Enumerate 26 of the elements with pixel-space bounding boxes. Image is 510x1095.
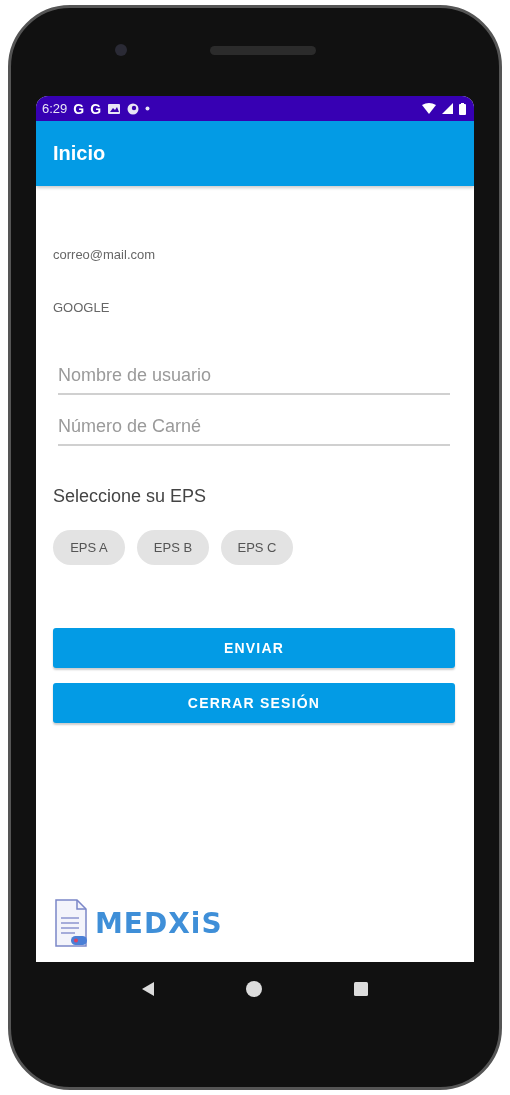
eps-chip[interactable]: EPS A [53,530,125,565]
account-provider: GOOGLE [53,300,110,315]
home-icon[interactable] [245,980,263,998]
wifi-icon [422,103,436,114]
logo-text: MEDXiS [95,906,223,940]
circle-icon [127,102,140,115]
camera-icon [115,44,127,56]
dot-icon [145,106,151,111]
signal-icon [442,103,453,114]
eps-label: Seleccione su EPS [53,486,207,507]
document-icon [53,898,89,948]
app-title: Inicio [53,142,106,165]
eps-chip[interactable]: EPS B [137,530,209,565]
action-button[interactable]: CERRAR SESIÓN [53,683,455,723]
recents-icon[interactable] [353,981,369,997]
battery-icon [459,102,466,115]
notification-glyph: G [90,100,102,117]
input-field[interactable]: Número de Carné [58,412,450,446]
account-email: correo@mail.com [53,247,156,262]
status-time: 6:29 [42,101,68,116]
back-icon[interactable] [141,981,155,997]
eps-chip[interactable]: EPS C [221,530,293,565]
action-button[interactable]: ENVIAR [53,628,455,668]
notification-glyph: G [73,100,85,117]
input-field[interactable]: Nombre de usuario [58,361,450,395]
image-icon [107,102,122,115]
